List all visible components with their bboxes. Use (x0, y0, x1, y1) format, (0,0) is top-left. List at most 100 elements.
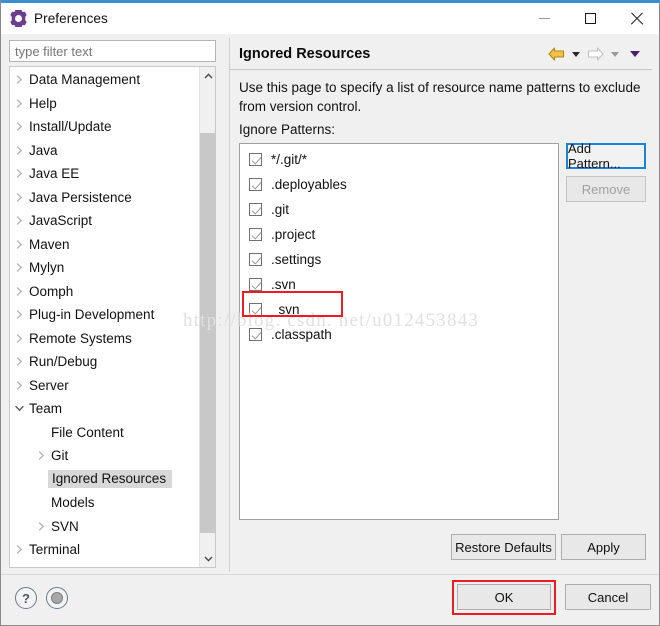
sidebar-item-maven[interactable]: Maven (10, 233, 200, 257)
question-mark-icon[interactable]: ? (15, 587, 37, 609)
pattern-checkbox[interactable] (249, 153, 262, 166)
pattern-label: _svn (271, 302, 300, 317)
sidebar-item-help[interactable]: Help (10, 92, 200, 116)
pattern-row[interactable]: */.git/* (240, 147, 558, 172)
sidebar-item-label: Oomph (29, 283, 74, 299)
pattern-checkbox[interactable] (249, 178, 262, 191)
pattern-checkbox[interactable] (249, 253, 262, 266)
chevron-right-icon[interactable] (10, 263, 28, 272)
apply-button[interactable]: Apply (561, 534, 646, 560)
pattern-checkbox[interactable] (249, 203, 262, 216)
sidebar-item-label: Data Management (29, 72, 141, 88)
sidebar-item-plug-in-development[interactable]: Plug-in Development (10, 303, 200, 327)
scrollbar-thumb[interactable] (200, 133, 215, 533)
close-icon (630, 12, 643, 25)
back-history-chevron-down-icon[interactable] (572, 51, 580, 57)
sidebar-item-team[interactable]: Team (10, 397, 200, 421)
pattern-row[interactable]: .settings (240, 247, 558, 272)
sidebar-item-label: Maven (29, 236, 70, 252)
pattern-row[interactable]: .git (240, 197, 558, 222)
sidebar-item-label: Plug-in Development (29, 307, 155, 323)
sidebar-item-data-management[interactable]: Data Management (10, 68, 200, 92)
pattern-row[interactable]: .classpath (240, 322, 558, 347)
chevron-right-icon[interactable] (32, 522, 50, 531)
sidebar-item-oomph[interactable]: Oomph (10, 280, 200, 304)
circle-icon[interactable] (46, 587, 68, 609)
preferences-tree[interactable]: Data Management Help Install/Update Java Jav… (9, 66, 216, 568)
sidebar-item-javascript[interactable]: JavaScript (10, 209, 200, 233)
chevron-right-icon[interactable] (32, 451, 50, 460)
sidebar-item-label: Terminal (29, 542, 81, 558)
view-menu-chevron-down-icon[interactable] (630, 51, 640, 57)
forward-history-chevron-down-icon[interactable] (611, 51, 619, 57)
pattern-checkbox[interactable] (249, 228, 262, 241)
chevron-right-icon[interactable] (10, 357, 28, 366)
chevron-right-icon[interactable] (10, 287, 28, 296)
pattern-label: .classpath (271, 327, 332, 342)
sidebar-item-svn[interactable]: SVN (10, 515, 200, 539)
sidebar-item-remote-systems[interactable]: Remote Systems (10, 327, 200, 351)
chevron-right-icon[interactable] (10, 240, 28, 249)
add-pattern-button[interactable]: Add Pattern... (566, 141, 646, 171)
pattern-checkbox[interactable] (249, 303, 262, 316)
pattern-checkbox[interactable] (249, 278, 262, 291)
sidebar-item-label: Validation (28, 566, 87, 567)
dialog-footer: ? (1, 574, 659, 624)
chevron-right-icon[interactable] (10, 122, 28, 131)
chevron-right-icon[interactable] (10, 75, 28, 84)
sidebar-item-ignored-resources[interactable]: Ignored Resources (10, 468, 200, 492)
sidebar-item-label: Java (29, 142, 58, 158)
sidebar-item-run-debug[interactable]: Run/Debug (10, 350, 200, 374)
sidebar-item-validation[interactable]: Validation (10, 562, 200, 567)
sidebar-item-label: Ignored Resources (48, 470, 173, 489)
cancel-button[interactable]: Cancel (565, 584, 651, 610)
filter-input[interactable]: type filter text (9, 40, 216, 62)
sidebar-item-server[interactable]: Server (10, 374, 200, 398)
sidebar-item-mylyn[interactable]: Mylyn (10, 256, 200, 280)
sidebar-item-label: Remote Systems (29, 330, 132, 346)
ignore-patterns-list[interactable]: */.git/* .deployables .git .project .setting… (239, 143, 559, 520)
close-button[interactable] (613, 3, 659, 34)
sidebar-item-terminal[interactable]: Terminal (10, 538, 200, 562)
pattern-checkbox[interactable] (249, 328, 262, 341)
chevron-right-icon[interactable] (10, 381, 28, 390)
chevron-right-icon[interactable] (10, 169, 28, 178)
sidebar-item-file-content[interactable]: File Content (10, 421, 200, 445)
pattern-row[interactable]: .project (240, 222, 558, 247)
remove-button[interactable]: Remove (566, 176, 646, 202)
minimize-button[interactable] (521, 3, 567, 34)
sidebar-item-java-ee[interactable]: Java EE (10, 162, 200, 186)
sidebar-item-java-persistence[interactable]: Java Persistence (10, 186, 200, 210)
chevron-right-icon[interactable] (10, 99, 28, 108)
pattern-label: .settings (271, 252, 322, 267)
pattern-label: .project (271, 227, 316, 242)
tree-scrollbar[interactable] (199, 67, 215, 567)
chevron-right-icon[interactable] (10, 545, 28, 554)
chevron-right-icon[interactable] (10, 310, 28, 319)
restore-defaults-button[interactable]: Restore Defaults (451, 534, 556, 560)
sidebar-item-install-update[interactable]: Install/Update (10, 115, 200, 139)
filter-placeholder: type filter text (15, 43, 93, 59)
sidebar-item-models[interactable]: Models (10, 491, 200, 515)
chevron-right-icon[interactable] (10, 334, 28, 343)
pattern-row[interactable]: .svn (240, 272, 558, 297)
gear-icon (10, 10, 27, 27)
sidebar-item-java[interactable]: Java (10, 139, 200, 163)
pattern-row[interactable]: _svn (240, 297, 558, 322)
back-arrow-icon[interactable] (548, 47, 565, 61)
ok-button[interactable]: OK (457, 584, 551, 610)
pattern-row[interactable]: .deployables (240, 172, 558, 197)
chevron-right-icon[interactable] (10, 146, 28, 155)
sidebar-item-label: Models (51, 495, 95, 511)
sidebar-item-git[interactable]: Git (10, 444, 200, 468)
sidebar-item-label: Run/Debug (29, 354, 98, 370)
chevron-right-icon[interactable] (10, 193, 28, 202)
preference-page: Ignored Resources Use this page to speci… (229, 38, 652, 572)
forward-arrow-icon[interactable] (587, 47, 604, 61)
scroll-down-icon[interactable] (200, 550, 215, 567)
maximize-button[interactable] (567, 3, 613, 34)
chevron-right-icon[interactable] (10, 216, 28, 225)
sidebar-item-label: Help (29, 95, 57, 111)
scroll-up-icon[interactable] (200, 67, 215, 84)
chevron-down-icon[interactable] (10, 405, 28, 412)
